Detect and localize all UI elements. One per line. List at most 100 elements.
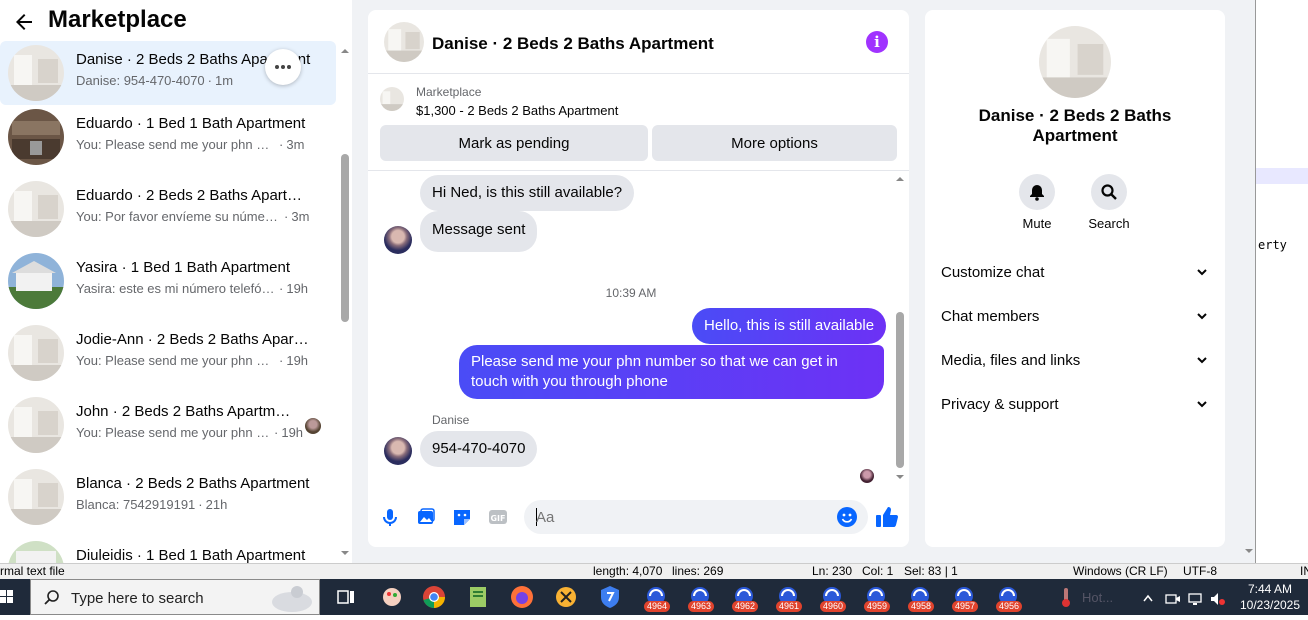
mute-label: Mute [1022,216,1052,231]
chevron-down-icon [1197,401,1207,408]
search-label: Search [1088,216,1130,231]
chat-members-section[interactable]: Chat members [941,298,1209,334]
section-label: Media, files and links [941,351,1081,369]
outgoing-message[interactable]: Hello, this is still available [692,308,887,344]
background-editor: erty [1256,0,1308,560]
chevron-down-icon [1197,313,1207,320]
conversation-item[interactable]: Diuleidis · 1 Bed 1 Bath Apartment [0,537,336,563]
shield-icon[interactable] [596,583,624,611]
conversation-item[interactable]: Eduardo · 1 Bed 1 Bath Apartment You: Pl… [0,105,336,169]
conversation-item[interactable]: Blanca · 2 Beds 2 Baths Apartment Blanca… [0,465,336,529]
window-badge: 4957 [952,601,979,612]
preview-text: You: Please send me your phn number [76,353,276,368]
paint-app-icon[interactable] [378,583,406,611]
gif-icon[interactable]: GIF [487,506,509,528]
conversation-item[interactable]: Eduardo · 2 Beds 2 Baths Apartment You: … [0,177,336,241]
preview-text: Blanca: 7542919191 [76,497,196,512]
chat-panel: Danise · 2 Beds 2 Baths Apartment i Mark… [368,10,909,547]
start-button[interactable] [0,579,30,615]
line-readout: Ln: 230 [812,564,853,578]
listing-thumbnail [8,181,64,237]
more-options-button[interactable]: More options [652,125,897,161]
scrollbar-thumb[interactable] [341,154,349,322]
editor-status-bar: rmal text file length: 4,070 lines: 269 … [0,563,1308,579]
bell-icon [1030,185,1044,201]
svg-text:GIF: GIF [490,514,505,523]
notepad-plus-icon[interactable] [464,583,492,611]
outgoing-message[interactable]: Please send me your phn number so that w… [459,345,884,399]
conversation-item[interactable]: Jodie-Ann · 2 Beds 2 Baths Apartment You… [0,321,336,385]
weather-icon[interactable] [1052,583,1080,611]
more-options-button[interactable] [265,49,301,85]
like-icon[interactable] [875,506,898,528]
chat-scrollbar[interactable] [894,172,906,490]
conversation-name: Yasira · 1 Bed 1 Bath Apartment [76,259,291,276]
window-badge: 4958 [908,601,935,612]
app-icon[interactable] [552,583,580,611]
task-view-icon[interactable] [332,583,360,611]
chat-avatar[interactable] [384,22,424,62]
photo-icon[interactable] [415,506,437,528]
window-badge: 4961 [776,601,803,612]
chevron-up-icon [1143,594,1153,602]
firefox-icon[interactable] [508,583,536,611]
microphone-icon[interactable] [379,506,401,528]
encoding-readout: UTF-8 [1183,564,1217,578]
scroll-down-icon [1245,549,1253,553]
mute-button[interactable] [1019,174,1055,210]
conversation-item[interactable]: John · 2 Beds 2 Baths Apartment You: Ple… [0,393,336,457]
sidebar-scrollbar[interactable] [339,42,351,563]
back-arrow-icon[interactable] [12,10,36,34]
clock-date: 10/23/2025 [1239,598,1301,612]
preview-text: You: Por favor envíeme su número de telé… [76,209,281,224]
search-button[interactable] [1091,174,1127,210]
emoji-icon[interactable] [836,506,858,528]
conversation-time: 3m [291,209,310,224]
listing-source: Marketplace [416,85,482,99]
read-receipt-avatar [305,418,321,434]
preview-text: Yasira: este es mi número telefónico [76,281,276,296]
preview-text: Danise: 954-470-4070 [76,73,205,88]
listing-title[interactable]: $1,300 - 2 Beds 2 Baths Apartment [416,103,618,118]
section-label: Privacy & support [941,395,1059,413]
privacy-support-section[interactable]: Privacy & support [941,386,1209,422]
message-input[interactable] [536,506,826,528]
info-icon[interactable]: i [866,31,888,53]
listing-thumbnail [8,45,64,101]
incoming-message[interactable]: Hi Ned, is this still available? [420,175,635,211]
incoming-message[interactable]: Message sent [420,211,538,252]
length-readout: length: 4,070 [593,564,663,578]
conversation-name: Eduardo · 2 Beds 2 Baths Apartment [76,187,311,204]
section-label: Customize chat [941,263,1045,281]
conversation-name: John · 2 Beds 2 Baths Apartment [76,403,291,420]
incoming-message[interactable]: 954-470-4070 [420,431,538,467]
conversation-item[interactable]: Yasira · 1 Bed 1 Bath Apartment Yasira: … [0,249,336,313]
sticker-icon[interactable] [451,506,473,528]
media-files-links-section[interactable]: Media, files and links [941,342,1209,378]
listing-thumbnail [8,469,64,525]
seen-receipt-avatar [860,469,874,483]
conversation-avatar[interactable] [1039,26,1111,98]
chat-title[interactable]: Danise · 2 Beds 2 Baths Apartment [432,34,714,54]
ellipsis-icon [275,65,291,69]
preview-text: You: Please send me your phn number so t… [76,137,276,152]
sender-avatar[interactable] [384,226,412,254]
listing-thumbnail [8,541,64,563]
taskbar-search-box[interactable]: Type here to search [30,579,320,615]
taskbar-clock[interactable]: 7:44 AM 10/23/2025 [1232,581,1308,613]
mark-as-pending-button[interactable]: Mark as pending [380,125,648,161]
lines-readout: lines: 269 [672,564,724,578]
search-icon [44,590,59,605]
customize-chat-section[interactable]: Customize chat [941,254,1209,290]
scrollbar-thumb[interactable] [896,312,904,468]
conversation-name: Eduardo · 1 Bed 1 Bath Apartment [76,115,306,132]
conversation-time: 3m [286,137,305,152]
taskbar-search-placeholder: Type here to search [71,590,204,607]
sender-avatar[interactable] [384,437,412,465]
message-input-box[interactable] [524,500,868,534]
chrome-icon[interactable] [420,583,448,611]
conversation-time: 19h [286,281,309,296]
listing-thumbnail [8,253,64,309]
listing-banner: Marketplace $1,300 - 2 Beds 2 Baths Apar… [368,75,909,171]
scroll-up-icon [896,177,904,181]
